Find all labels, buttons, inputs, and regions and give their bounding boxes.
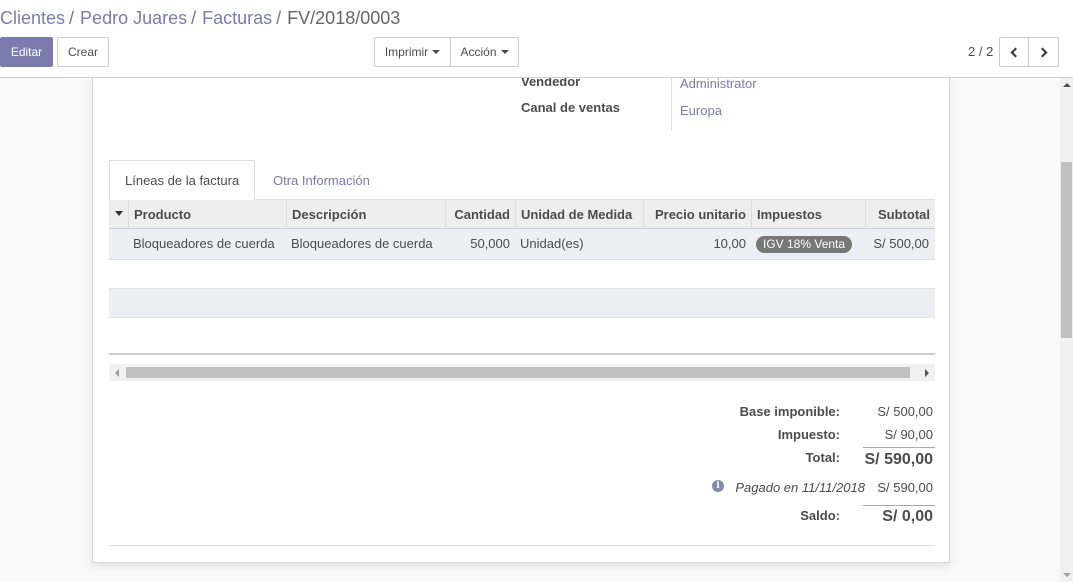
breadcrumb-separator: /: [69, 8, 75, 28]
balance-label: Saldo:: [800, 508, 840, 523]
scroll-right-icon[interactable]: [925, 369, 929, 377]
scroll-down-icon[interactable]: [1063, 573, 1071, 577]
sheet-bottom-divider: [109, 545, 935, 546]
edit-button[interactable]: Editar: [0, 37, 53, 67]
salesperson-label: Vendedor: [521, 78, 581, 89]
horizontal-scrollbar-thumb[interactable]: [126, 367, 910, 378]
cell-unit-price: 10,00: [713, 236, 746, 251]
info-circle-icon[interactable]: i: [712, 480, 724, 492]
tab-invoice-lines[interactable]: Líneas de la factura: [109, 160, 256, 201]
sales-channel-label: Canal de ventas: [521, 100, 620, 115]
breadcrumb-facturas[interactable]: Facturas: [202, 8, 272, 28]
cell-quantity: 50,000: [470, 236, 510, 251]
tax-amount-value: S/ 90,00: [884, 427, 933, 442]
base-amount-label: Base imponible:: [739, 404, 840, 419]
table-header: Producto Descripción Cantidad Unidad de …: [109, 200, 935, 229]
field-divider: [671, 78, 672, 131]
payment-label: Pagado en 11/11/2018: [735, 480, 865, 495]
chevron-right-icon: [1037, 47, 1047, 57]
cell-subtotal: S/ 500,00: [873, 236, 929, 251]
breadcrumb-customer[interactable]: Pedro Juares: [80, 8, 187, 28]
payment-value: S/ 590,00: [877, 480, 933, 495]
cell-product: Bloqueadores de cuerda: [133, 236, 275, 251]
total-value: S/ 590,00: [864, 451, 934, 468]
scroll-left-icon[interactable]: [115, 369, 119, 377]
sales-channel-value[interactable]: Europa: [680, 103, 722, 118]
action-label: Acción: [460, 45, 497, 59]
salesperson-value[interactable]: Administrator: [680, 78, 757, 91]
column-header-product[interactable]: Producto: [134, 200, 191, 229]
chevron-left-icon: [1010, 47, 1021, 57]
balance-divider: [863, 505, 935, 506]
column-header-quantity[interactable]: Cantidad: [445, 200, 510, 229]
control-panel: Clientes / Pedro Juares / Facturas / FV/2018/0…: [0, 0, 1073, 78]
column-separator: [515, 200, 516, 229]
empty-row: [109, 289, 935, 318]
form-area: Vendedor Administrator Canal de ventas E…: [0, 78, 1060, 582]
tax-amount-label: Impuesto:: [777, 427, 840, 442]
base-amount-value: S/ 500,00: [877, 404, 933, 419]
column-header-taxes[interactable]: Impuestos: [757, 200, 822, 229]
vertical-scrollbar-thumb[interactable]: [1061, 162, 1072, 338]
vertical-scrollbar[interactable]: [1060, 78, 1073, 582]
breadcrumb: Clientes / Pedro Juares / Facturas / FV/2018/0…: [0, 8, 400, 29]
total-divider: [863, 447, 935, 448]
print-label: Imprimir: [384, 45, 429, 59]
table-footer-line: [109, 353, 935, 355]
notebook-tabs: Líneas de la factura Otra Información: [109, 160, 935, 201]
breadcrumb-current: FV/2018/0003: [287, 8, 401, 28]
scroll-up-icon[interactable]: [1063, 83, 1071, 87]
tax-badge: IGV 18% Venta: [756, 236, 853, 253]
caret-down-icon: [432, 50, 441, 54]
pager-next-button[interactable]: [1028, 37, 1059, 67]
action-dropdown-button[interactable]: Acción: [450, 37, 519, 67]
print-dropdown-button[interactable]: Imprimir: [374, 37, 451, 67]
create-button[interactable]: Crear: [57, 37, 109, 67]
tab-other-info[interactable]: Otra Información: [258, 160, 385, 200]
breadcrumb-separator: /: [191, 8, 197, 28]
cell-description: Bloqueadores de cuerda: [291, 236, 433, 251]
table-row[interactable]: Bloqueadores de cuerda Bloqueadores de c…: [109, 229, 935, 260]
column-separator: [751, 200, 752, 229]
column-header-uom[interactable]: Unidad de Medida: [521, 200, 632, 229]
empty-row: [109, 318, 935, 354]
horizontal-scrollbar[interactable]: [109, 364, 935, 381]
column-header-unit-price[interactable]: Precio unitario: [643, 200, 746, 229]
column-separator: [128, 200, 129, 229]
balance-value: S/ 0,00: [882, 508, 933, 525]
form-sheet: Vendedor Administrator Canal de ventas E…: [92, 78, 950, 563]
breadcrumb-separator: /: [276, 8, 282, 28]
caret-down-icon[interactable]: [115, 211, 123, 216]
empty-row: [109, 260, 935, 289]
column-header-subtotal[interactable]: Subtotal: [865, 200, 930, 229]
pager-value[interactable]: 2 / 2: [968, 44, 993, 59]
cell-uom: Unidad(es): [520, 236, 584, 251]
caret-down-icon: [500, 50, 509, 54]
column-header-description[interactable]: Descripción: [292, 200, 366, 229]
pager-previous-button[interactable]: [999, 37, 1029, 67]
column-separator: [286, 200, 287, 229]
total-label: Total:: [805, 450, 840, 465]
breadcrumb-clientes[interactable]: Clientes: [0, 8, 65, 28]
